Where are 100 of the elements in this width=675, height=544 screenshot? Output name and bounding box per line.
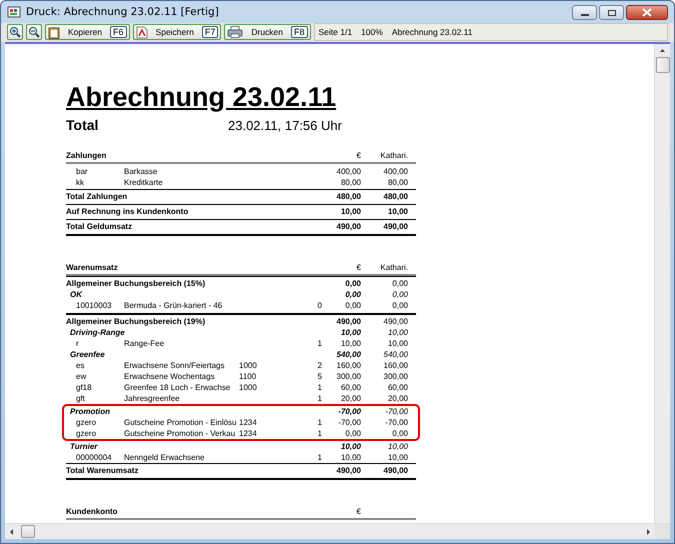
amount: 400,00 (336, 166, 361, 177)
amount: 160,00 (382, 360, 408, 371)
section-heading: Zahlungen (66, 150, 108, 162)
amount: 540,00 (382, 349, 408, 360)
zoom-in-button[interactable] (7, 24, 23, 40)
amount: -70,00 (337, 406, 361, 417)
amount: 10,00 (386, 327, 408, 338)
category-label: OK (69, 289, 84, 300)
amount: 80,00 (386, 177, 408, 188)
item-name: Gutscheine Promotion - Verkau (124, 428, 236, 439)
item-code: gft (76, 393, 86, 404)
quantity: 5 (316, 371, 322, 382)
minimize-button[interactable] (572, 5, 597, 20)
pdf-document-icon (136, 26, 148, 38)
item-code: 00000004 (76, 452, 113, 463)
amount: 490,00 (382, 465, 408, 477)
amount: 480,00 (382, 191, 408, 203)
amount: 490,00 (336, 221, 361, 233)
amount: -70,00 (384, 417, 408, 428)
amount: -70,00 (337, 417, 361, 428)
quantity: 1 (316, 393, 322, 404)
app-icon (7, 5, 21, 19)
shortcut-key: F6 (110, 26, 127, 38)
amount: 60,00 (340, 382, 361, 393)
amount: 490,00 (336, 316, 361, 327)
item-code: es (76, 360, 86, 371)
maximize-button[interactable] (599, 5, 624, 20)
save-button[interactable]: Speichern F7 (132, 24, 222, 40)
item-code: 10010003 (76, 300, 113, 311)
category-label: Turnier (69, 441, 99, 452)
amount: 10,00 (386, 452, 408, 463)
item-code: gf18 (76, 382, 93, 393)
amount: 20,00 (340, 393, 361, 404)
maximize-icon (606, 8, 616, 16)
printer-icon (227, 26, 244, 38)
column-header: € (356, 262, 361, 274)
size-grip[interactable] (655, 524, 670, 539)
amount: 20,00 (386, 393, 408, 404)
quantity: 0 (316, 300, 322, 311)
item-name: Erwachsene Wochentags (124, 371, 216, 382)
window-title: Druck: Abrechnung 23.02.11 [Fertig] (26, 6, 219, 18)
copy-button[interactable]: Kopieren F6 (45, 24, 130, 40)
amount: 480,00 (336, 191, 361, 203)
zoom-out-button[interactable] (26, 24, 42, 40)
amount: 10,00 (340, 441, 361, 452)
item-number: 1100 (239, 371, 258, 382)
category-label: Driving-Range (69, 327, 126, 338)
item-name: Gutscheine Promotion - Einlösu (124, 417, 238, 428)
group-label: Allgemeiner Buchungsbereich (19%) (66, 316, 206, 327)
total-label: Total Geldumsatz (66, 221, 134, 233)
shortcut-key: F8 (291, 26, 308, 38)
amount: 0,00 (391, 278, 408, 289)
item-code: bar (76, 166, 89, 177)
item-name: Erwachsene Sonn/Feiertags (124, 360, 226, 371)
report-date: 23.02.11, 17:56 Uhr (228, 118, 342, 133)
column-header: Kathari. (379, 150, 408, 162)
item-name: Barkasse (124, 166, 158, 177)
item-name: Greenfee 18 Loch - Erwachse (124, 382, 232, 393)
amount: 0,00 (344, 278, 361, 289)
item-name: Kreditkarte (124, 177, 164, 188)
column-header: € (356, 506, 361, 518)
shortcut-key: F7 (202, 26, 218, 38)
category-label: Greenfee (69, 349, 106, 360)
quantity: 1 (316, 417, 322, 428)
amount: 400,00 (382, 166, 408, 177)
amount: 300,00 (336, 371, 361, 382)
item-code: r (76, 338, 80, 349)
item-code: gzero (76, 417, 98, 428)
quantity: 1 (316, 338, 322, 349)
amount: 0,00 (391, 428, 408, 439)
amount: 490,00 (382, 316, 408, 327)
amount: 540,00 (336, 349, 361, 360)
total-label: Total Warenumsatz (66, 465, 140, 477)
item-name: Jahresgreenfee (124, 393, 181, 404)
amount: 300,00 (382, 371, 408, 382)
amount: 0,00 (344, 300, 361, 311)
scroll-thumb[interactable] (656, 57, 670, 73)
item-name: Nenngeld Erwachsene (124, 452, 206, 463)
quantity: 2 (316, 360, 322, 371)
scroll-thumb[interactable] (21, 525, 35, 538)
item-number: 1000 (239, 382, 258, 393)
category-label: Promotion (69, 406, 111, 417)
print-button[interactable]: Drucken F8 (224, 24, 311, 40)
group-label: Allgemeiner Buchungsbereich (15%) (66, 278, 206, 289)
amount: 10,00 (340, 327, 361, 338)
section-heading: Kundenkonto (66, 506, 119, 518)
close-button[interactable] (626, 5, 668, 20)
amount: 10,00 (386, 441, 408, 452)
amount: 80,00 (340, 177, 361, 188)
column-header: Kathari. (379, 262, 408, 274)
total-label: Auf Rechnung ins Kundenkonto (66, 206, 190, 218)
horizontal-scrollbar[interactable] (5, 523, 670, 539)
vertical-scrollbar[interactable] (654, 44, 670, 523)
report-title: Abrechnung 23.02.11 (66, 82, 338, 112)
section-heading: Warenumsatz (66, 262, 119, 274)
quantity: 1 (316, 428, 322, 439)
amount: 10,00 (340, 206, 361, 218)
item-number: 1234 (239, 428, 258, 439)
amount: 490,00 (382, 221, 408, 233)
item-number: 1000 (239, 360, 258, 371)
